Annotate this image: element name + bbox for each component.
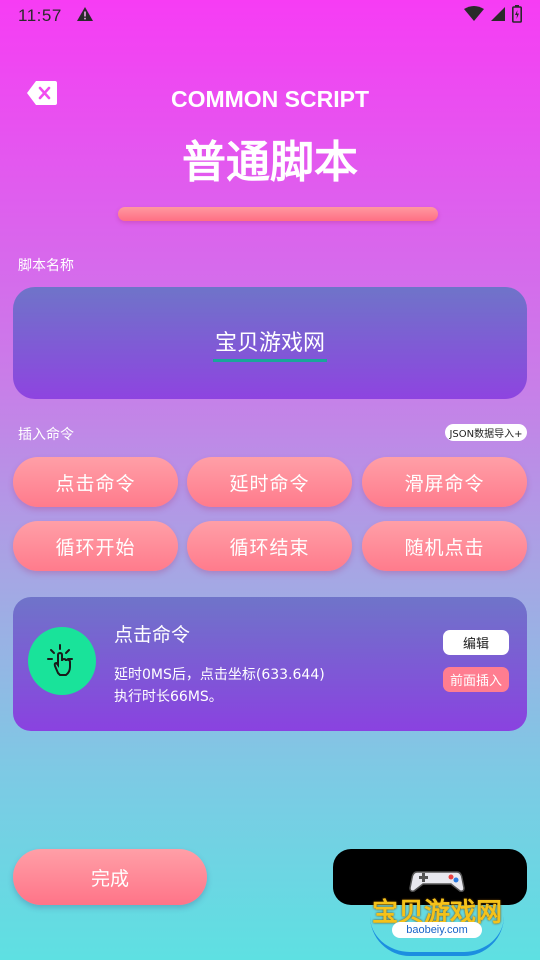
json-import-button[interactable]: JSON数据导入+ — [445, 424, 527, 441]
warning-icon — [76, 6, 94, 27]
header-title-cn: 普通脚本 — [182, 137, 358, 188]
header-divider — [118, 207, 438, 221]
watermark-logo: 宝贝游戏网 baobeiy.com — [362, 858, 512, 956]
watermark-url: baobeiy.com — [392, 922, 482, 938]
loop-start-button[interactable]: 循环开始 — [13, 521, 178, 571]
status-bar: 11:57 — [0, 0, 540, 32]
script-name-input[interactable]: 宝贝游戏网 — [212, 325, 327, 362]
gamepad-icon — [409, 871, 465, 892]
swipe-command-button[interactable]: 滑屏命令 — [362, 457, 527, 507]
battery-icon — [512, 4, 522, 28]
loop-end-button[interactable]: 循环结束 — [187, 521, 352, 571]
edit-button[interactable]: 编辑 — [443, 630, 509, 655]
script-name-card: 宝贝游戏网 — [13, 287, 527, 399]
status-time: 11:57 — [18, 6, 62, 25]
command-detail-line1: 延时0MS后，点击坐标(633.644) — [114, 667, 325, 683]
insert-command-label: 插入命令 — [18, 427, 74, 443]
signal-icon — [490, 6, 506, 27]
script-name-label: 脚本名称 — [18, 258, 74, 274]
done-button[interactable]: 完成 — [13, 849, 207, 905]
click-command-button[interactable]: 点击命令 — [13, 457, 178, 507]
wifi-icon — [464, 5, 484, 27]
tap-gesture-icon — [28, 627, 96, 695]
command-title: 点击命令 — [114, 624, 191, 646]
delay-command-button[interactable]: 延时命令 — [187, 457, 352, 507]
insert-before-button[interactable]: 前面插入 — [443, 667, 509, 692]
random-click-button[interactable]: 随机点击 — [362, 521, 527, 571]
header-title-en: COMMON SCRIPT — [170, 86, 370, 112]
command-detail-line2: 执行时长66MS。 — [114, 689, 223, 705]
